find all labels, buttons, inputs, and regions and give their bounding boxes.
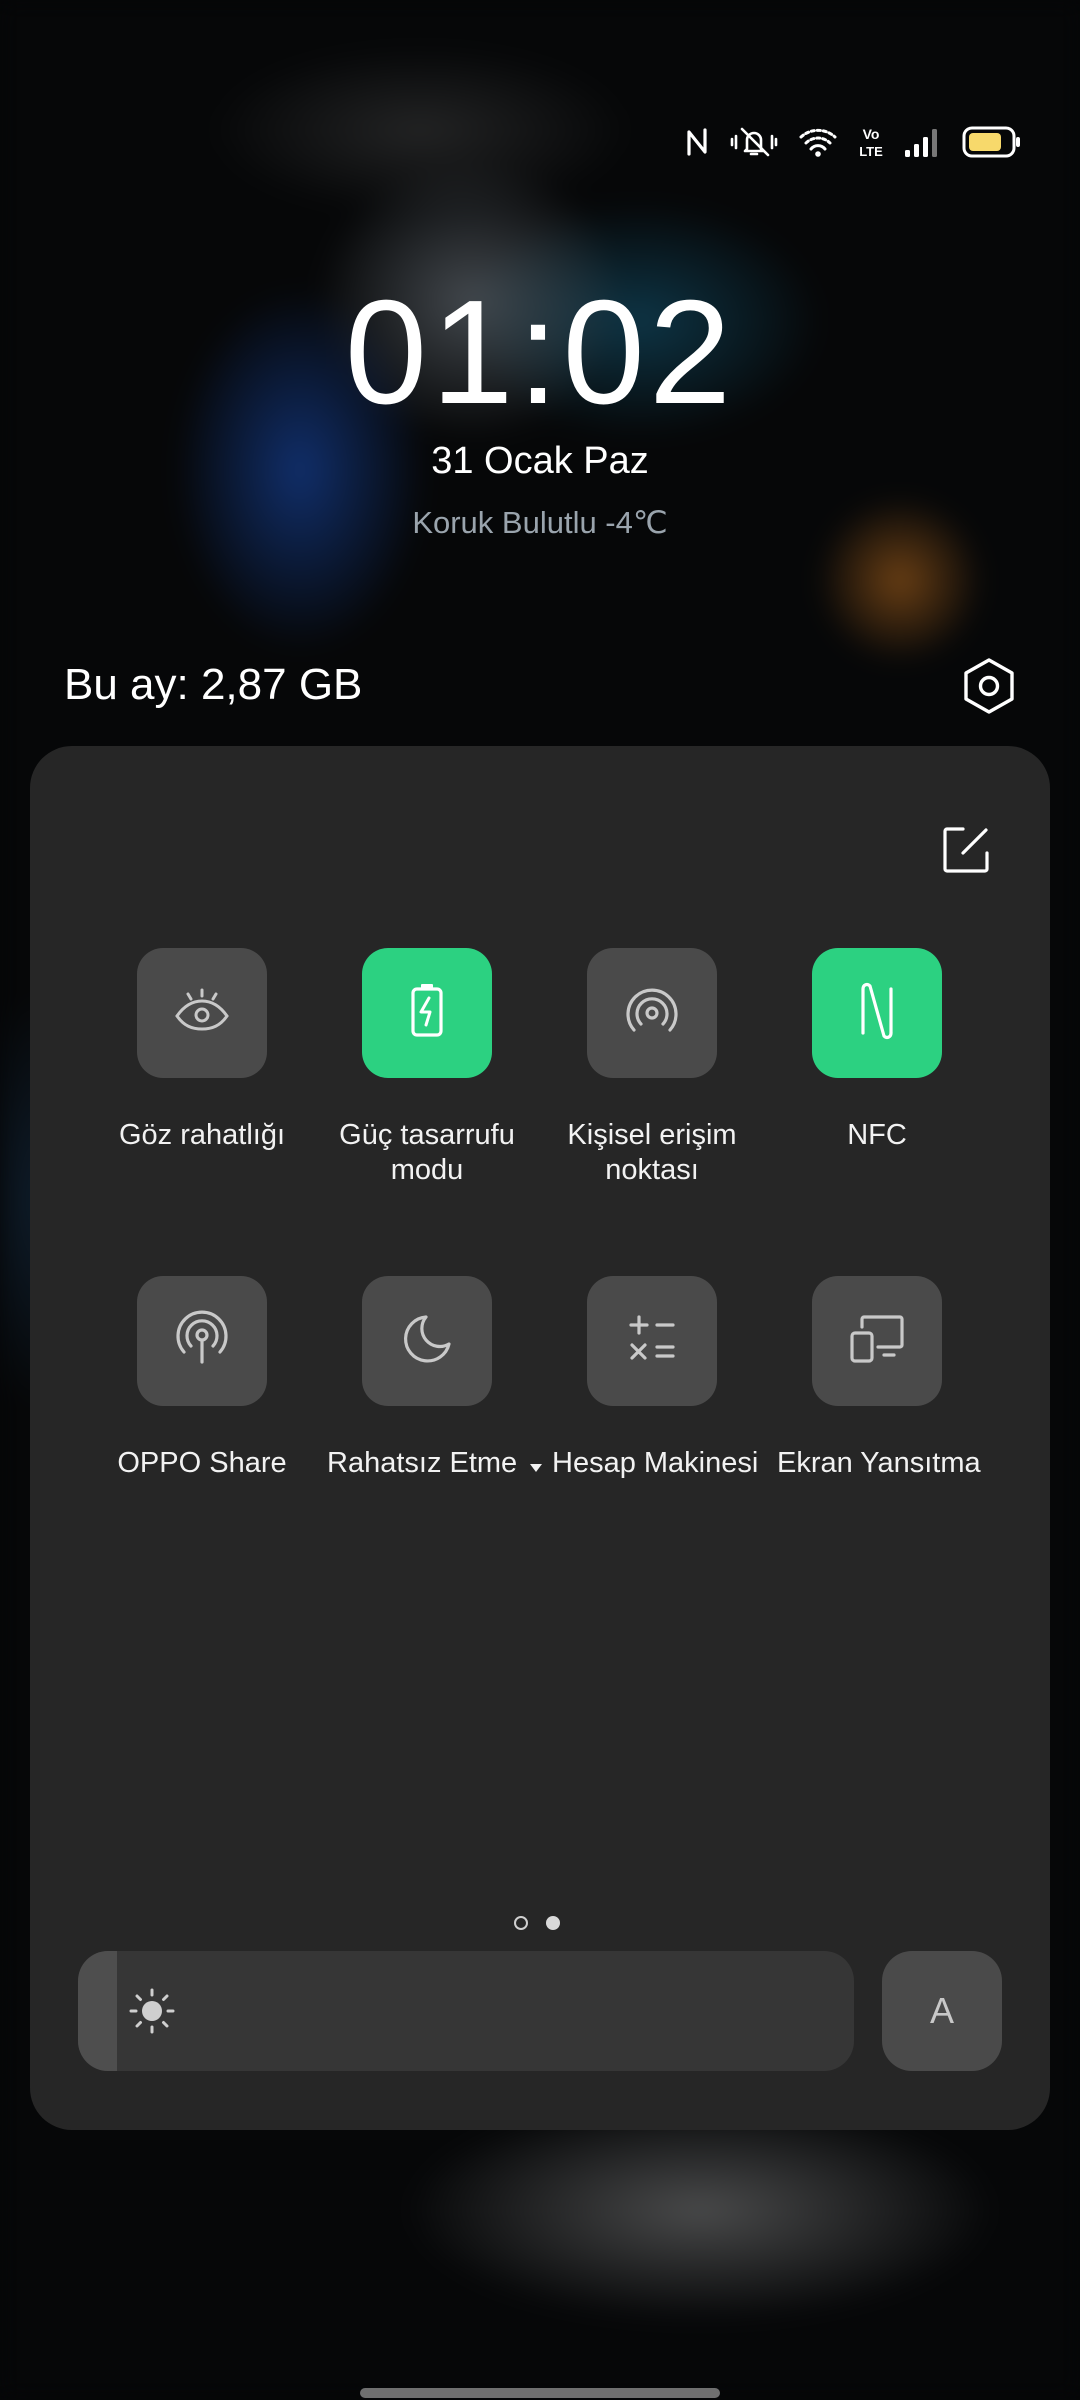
hotspot-icon bbox=[622, 981, 682, 1046]
lockscreen-weather: Koruk Bulutlu -4℃ bbox=[412, 505, 668, 540]
tile-nfc[interactable]: NFC bbox=[777, 948, 977, 1153]
tile-hotspot-button[interactable] bbox=[587, 948, 717, 1078]
settings-icon bbox=[960, 657, 1018, 720]
sun-icon bbox=[122, 1981, 182, 2041]
calculator-icon bbox=[624, 1311, 680, 1372]
tile-calculator[interactable]: Hesap Makinesi bbox=[552, 1276, 759, 1481]
edit-icon bbox=[941, 825, 991, 880]
moon-icon bbox=[399, 1311, 455, 1372]
dropdown-arrow-icon[interactable] bbox=[529, 1447, 543, 1482]
auto-brightness-button[interactable]: A bbox=[882, 1951, 1002, 2071]
lockscreen-date: 31 Ocak Paz bbox=[431, 440, 649, 482]
oppo-share-icon bbox=[172, 1309, 232, 1374]
svg-text:LTE: LTE bbox=[859, 144, 883, 159]
tile-label: Rahatsız Etme bbox=[327, 1446, 543, 1482]
page-indicator bbox=[514, 1916, 560, 1930]
tile-calculator-button[interactable] bbox=[587, 1276, 717, 1406]
tile-label: Güç tasarrufu modu bbox=[339, 1119, 515, 1186]
volte-icon: Vo LTE bbox=[858, 125, 884, 159]
tile-label: OPPO Share bbox=[117, 1447, 287, 1479]
tile-label: Göz rahatlığı bbox=[118, 1119, 286, 1151]
battery-saver-icon bbox=[407, 982, 447, 1045]
tile-do-not-disturb[interactable]: Rahatsız Etme bbox=[327, 1276, 543, 1482]
tile-nfc-button[interactable] bbox=[812, 948, 942, 1078]
status-bar: Vo LTE bbox=[684, 118, 1022, 166]
tile-oppo-share[interactable]: OPPO Share bbox=[102, 1276, 302, 1481]
tile-eye-comfort-button[interactable] bbox=[137, 948, 267, 1078]
signal-icon bbox=[904, 126, 942, 158]
nfc-icon bbox=[684, 127, 710, 157]
settings-button[interactable] bbox=[957, 656, 1021, 720]
tile-hotspot[interactable]: Kişisel erişim noktası bbox=[552, 948, 752, 1188]
tile-label: Ekran Yansıtma bbox=[777, 1447, 981, 1479]
tile-label: Hesap Makinesi bbox=[552, 1447, 759, 1479]
tile-do-not-disturb-button[interactable] bbox=[362, 1276, 492, 1406]
tile-label: NFC bbox=[847, 1119, 907, 1151]
brightness-fill bbox=[78, 1951, 117, 2071]
data-usage-label[interactable]: Bu ay: 2,87 GB bbox=[64, 660, 362, 710]
vibrate-silent-icon bbox=[730, 125, 778, 159]
tile-screen-cast-button[interactable] bbox=[812, 1276, 942, 1406]
tile-label: Kişisel erişim noktası bbox=[567, 1119, 737, 1186]
tile-power-saving-button[interactable] bbox=[362, 948, 492, 1078]
page-dot-active[interactable] bbox=[546, 1916, 560, 1930]
tile-label-text: Rahatsız Etme bbox=[327, 1447, 518, 1479]
tile-eye-comfort[interactable]: Göz rahatlığı bbox=[102, 948, 302, 1153]
brightness-slider[interactable] bbox=[78, 1951, 854, 2071]
quick-settings-panel: Göz rahatlığı Güç tasarrufu modu Kişisel… bbox=[30, 746, 1050, 2130]
home-indicator[interactable] bbox=[360, 2388, 720, 2398]
svg-text:Vo: Vo bbox=[863, 126, 880, 142]
page-dot[interactable] bbox=[514, 1916, 528, 1930]
tile-oppo-share-button[interactable] bbox=[137, 1276, 267, 1406]
tile-power-saving[interactable]: Güç tasarrufu modu bbox=[327, 948, 527, 1188]
lockscreen-clock: 01:02 bbox=[344, 270, 736, 435]
screen-cast-icon bbox=[848, 1313, 906, 1370]
wifi-icon bbox=[798, 126, 838, 158]
nfc-icon bbox=[854, 981, 900, 1046]
edit-tiles-button[interactable] bbox=[934, 820, 998, 884]
tile-screen-cast[interactable]: Ekran Yansıtma bbox=[777, 1276, 981, 1481]
battery-icon bbox=[962, 125, 1022, 159]
eye-icon bbox=[172, 986, 232, 1041]
